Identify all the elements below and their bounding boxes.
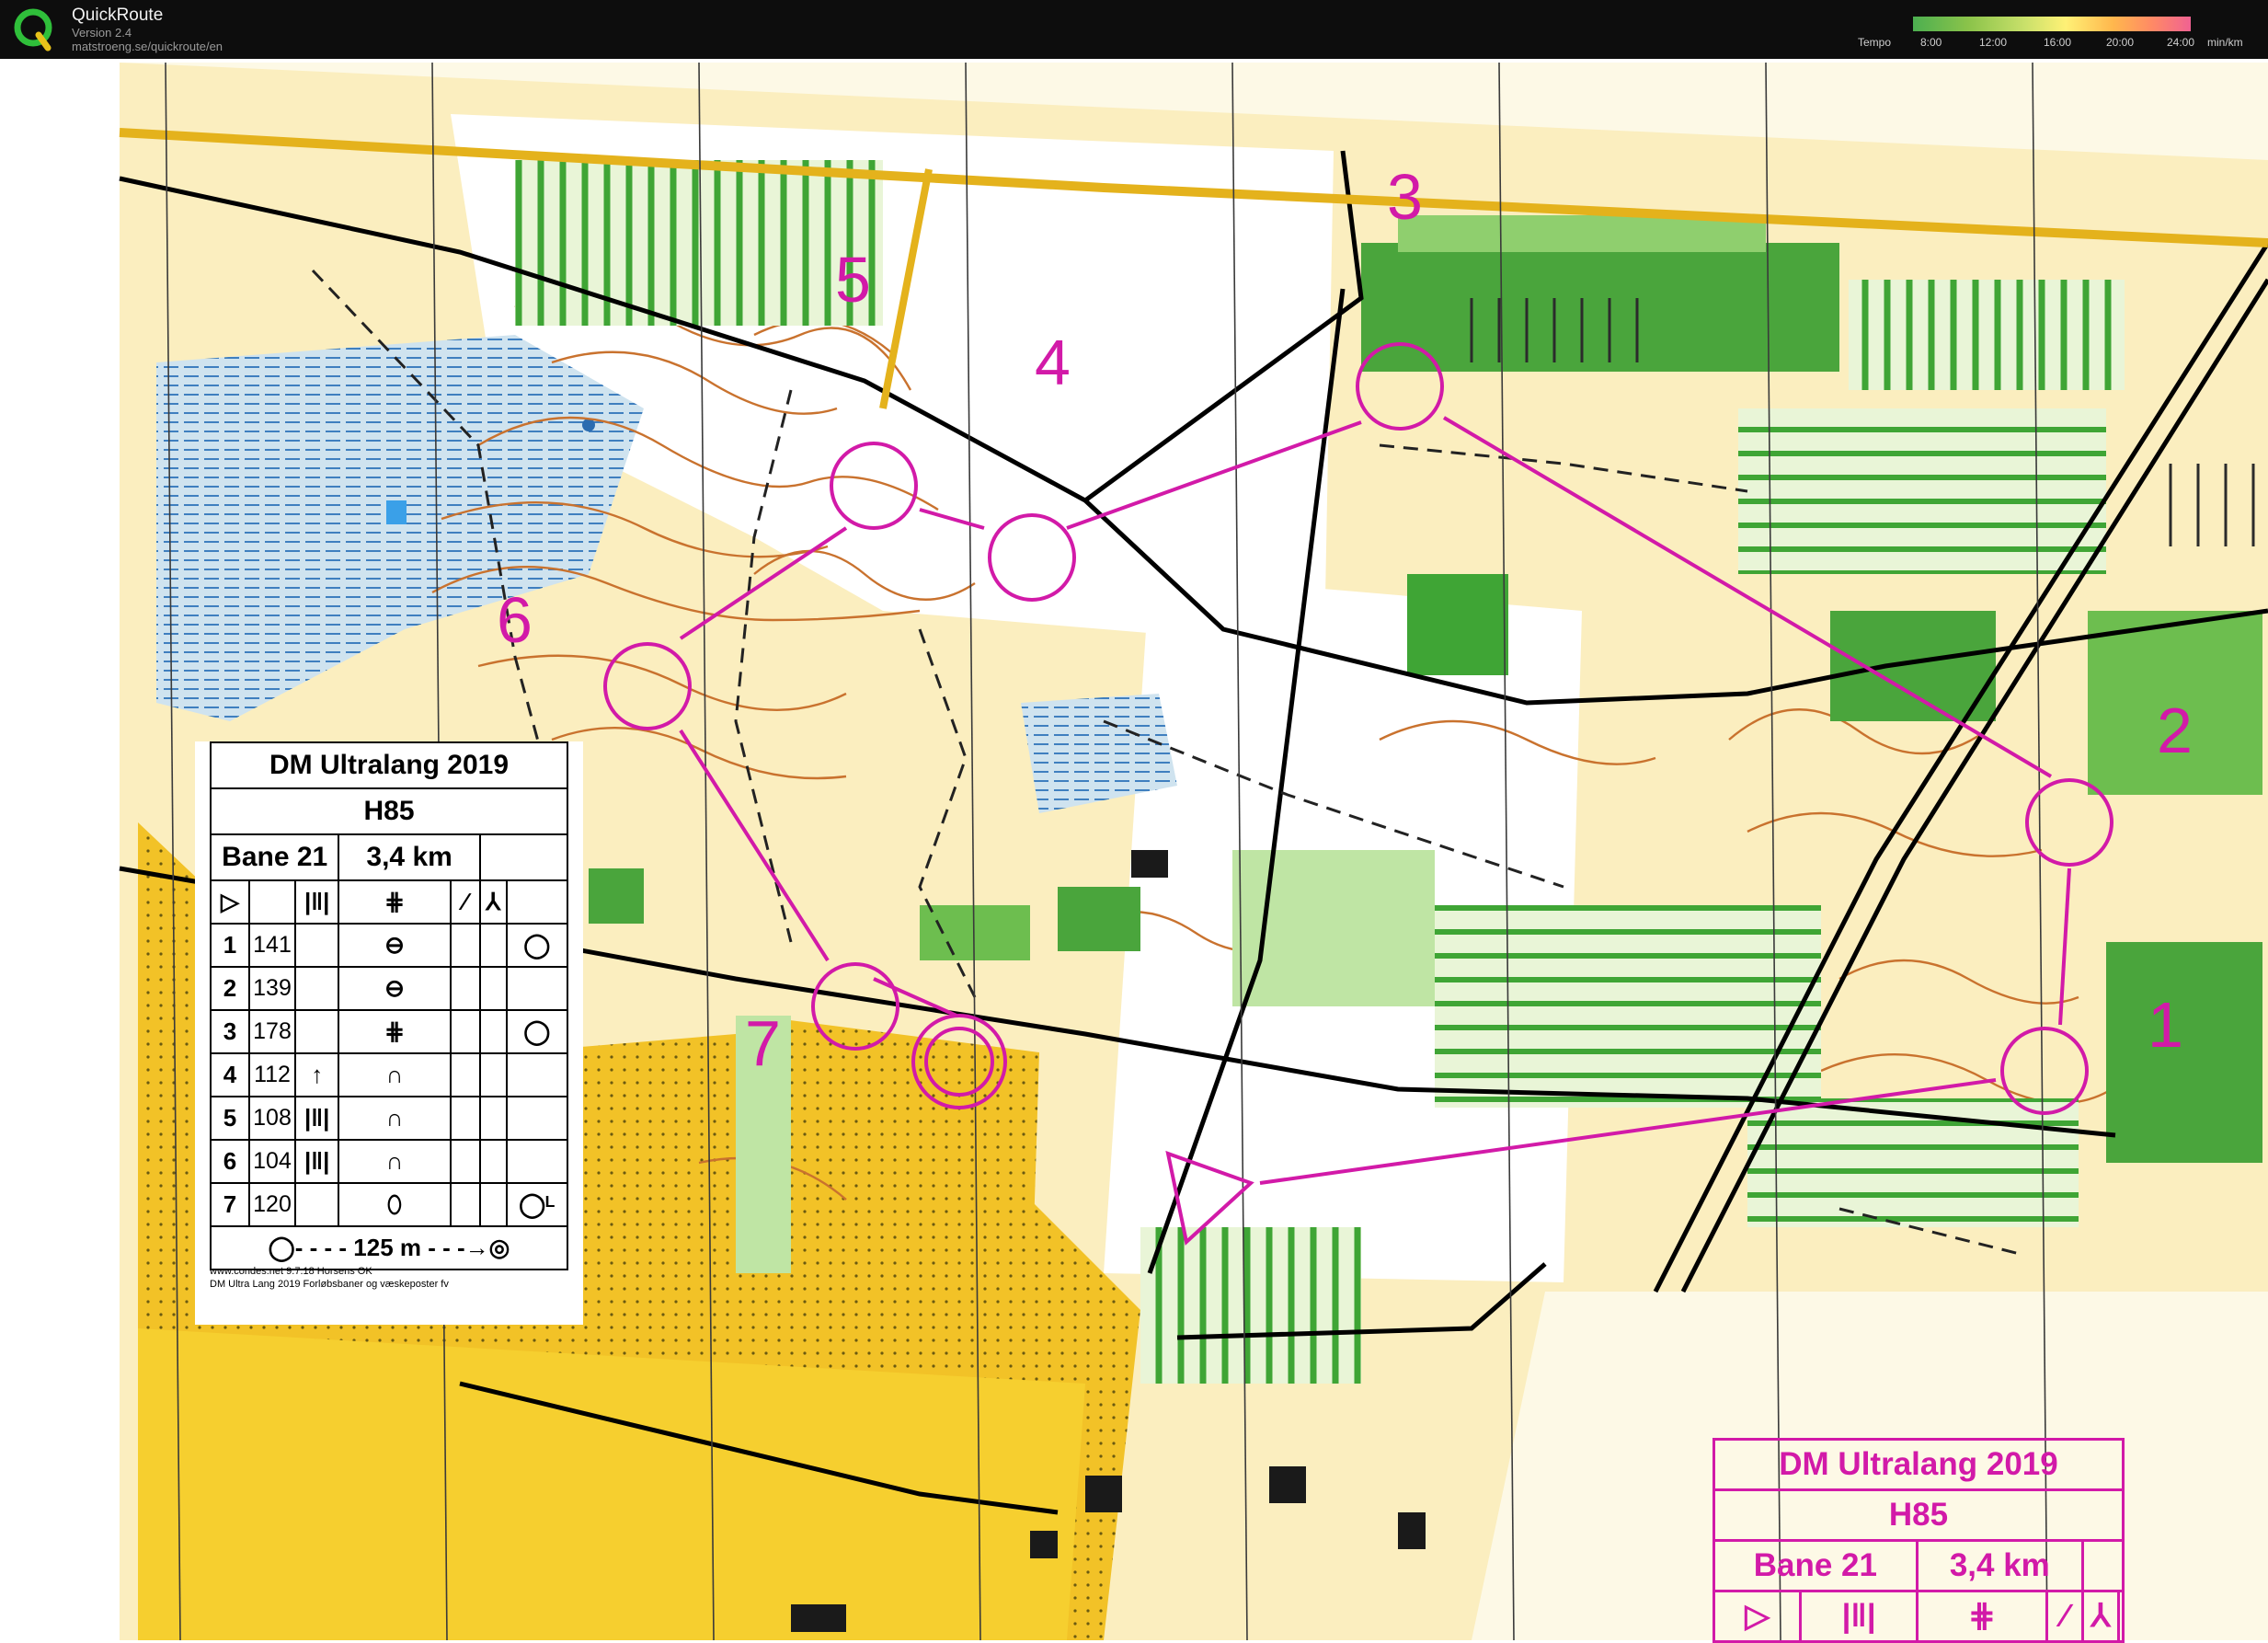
thicket-icon: ⋕	[338, 1009, 452, 1054]
tempo-tick: 12:00	[1979, 36, 2008, 49]
water-point-icon: ◯	[505, 923, 569, 968]
control-number-6: 6	[497, 584, 533, 656]
between-feature-icon: |‖|	[1799, 1590, 1919, 1643]
control-row: 7 120 ⬯ ◯ᴸ	[210, 1182, 569, 1227]
slope-icon: ∕	[2045, 1590, 2084, 1643]
control-description-table: DM Ultralang 2019 H85 Bane 21 3,4 km ▷ |…	[209, 741, 569, 1270]
finish-start-circle-icon: ◯- - - -	[268, 1234, 348, 1261]
start-triangle-icon: ▷	[210, 879, 250, 925]
reentrant-icon: ∩	[338, 1139, 452, 1184]
control-row: 2 139 ⊖	[210, 966, 569, 1011]
knoll-icon: ⊖	[338, 923, 452, 968]
control-number-5: 5	[835, 244, 871, 316]
control-number-1: 1	[2148, 989, 2183, 1061]
thicket-icon: ⋕	[338, 879, 452, 925]
app-name: QuickRoute	[72, 6, 164, 25]
class-name: H85	[210, 787, 568, 835]
event-title: DM Ultralang 2019	[210, 741, 568, 789]
app-header: QuickRoute Version 2.4 matstroeng.se/qui…	[0, 0, 2268, 59]
reentrant-icon: ∩	[338, 1096, 452, 1141]
finish-circle-icon: - - -→◎	[428, 1234, 510, 1261]
control-number-3: 3	[1387, 161, 1423, 233]
between-feature-icon: |‖|	[293, 1096, 340, 1141]
legend-footer-line2: DM Ultra Lang 2019 Forløbsbaner og væske…	[210, 1279, 449, 1290]
control-row: 1 141 ⊖ ◯	[210, 923, 569, 968]
tempo-tick: 24:00	[2167, 36, 2195, 49]
tempo-color-scale	[1913, 17, 2191, 31]
junction-icon: ⅄	[478, 879, 508, 925]
class-name: H85	[1712, 1488, 2125, 1542]
tempo-tick: 16:00	[2044, 36, 2072, 49]
course-length: 3,4 km	[338, 833, 481, 881]
control-number-2: 2	[2157, 695, 2193, 766]
tempo-tick: 8:00	[1920, 36, 1942, 49]
legend-footer-line1: www.condes.net 9.7.18 Horsens OK	[210, 1266, 372, 1277]
event-title: DM Ultralang 2019	[1712, 1438, 2125, 1491]
start-triangle-icon: ▷	[1712, 1590, 1803, 1643]
app-url-link[interactable]: matstroeng.se/quickroute/en	[72, 40, 223, 53]
pond	[582, 419, 595, 431]
pond	[386, 500, 407, 524]
up-arrow-icon: ↑	[293, 1052, 340, 1097]
reentrant-icon: ∩	[338, 1052, 452, 1097]
finish-route-row: ◯- - - - 125 m - - -→◎	[210, 1225, 568, 1270]
depression-icon: ⬯	[338, 1182, 452, 1227]
control-row: 6 104 |‖| ∩	[210, 1139, 569, 1184]
control-row: 3 178 ⋕ ◯	[210, 1009, 569, 1054]
course-name: Bane 21	[209, 833, 340, 881]
control-number-4: 4	[1035, 327, 1071, 398]
water-point-icon: ◯ᴸ	[505, 1182, 569, 1227]
quickroute-logo-icon	[14, 8, 52, 52]
control-row: 5 108 |‖| ∩	[210, 1096, 569, 1141]
tempo-tick: 20:00	[2106, 36, 2135, 49]
course-name: Bane 21	[1712, 1539, 1919, 1592]
app-version: Version 2.4	[72, 26, 132, 40]
tempo-unit: min/km	[2207, 36, 2243, 49]
finish-distance: 125 m	[353, 1234, 422, 1261]
control-description-sheet: DM Ultralang 2019 H85 Bane 21 3,4 km ▷ |…	[195, 741, 583, 1325]
control-number-7: 7	[745, 1007, 781, 1079]
knoll-icon: ⊖	[338, 966, 452, 1011]
slope-icon: ∕	[449, 879, 481, 925]
tempo-label: Tempo	[1858, 36, 1892, 49]
control-description-magenta: DM Ultralang 2019 H85 Bane 21 3,4 km ▷ |…	[1712, 1438, 2125, 1643]
course-length: 3,4 km	[1915, 1539, 2084, 1592]
between-feature-icon: |‖|	[293, 879, 340, 925]
thicket-icon: ⋕	[1915, 1590, 2049, 1643]
junction-icon: ⅄	[2080, 1590, 2121, 1643]
control-row: 4 112 ↑ ∩	[210, 1052, 569, 1097]
water-point-icon: ◯	[505, 1009, 569, 1054]
between-feature-icon: |‖|	[293, 1139, 340, 1184]
